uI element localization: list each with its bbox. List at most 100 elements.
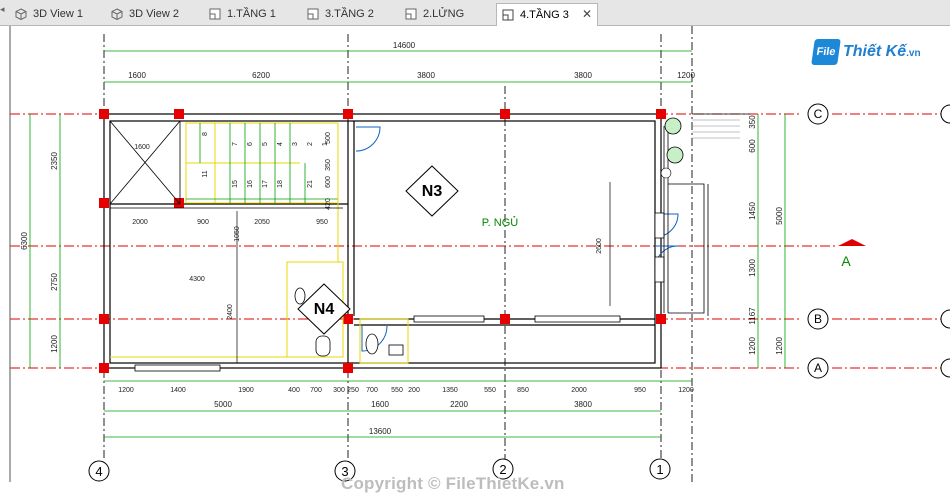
svg-text:4: 4 xyxy=(95,464,102,479)
inner-wall xyxy=(109,120,656,364)
dimension-text: 1200 xyxy=(775,337,784,355)
column xyxy=(99,198,109,208)
grid-bubble-4[interactable]: 4 xyxy=(88,460,110,482)
stair-step-number: 1 xyxy=(322,142,329,146)
toilet-icon xyxy=(365,333,379,355)
dimension-text: 3800 xyxy=(574,400,592,409)
column xyxy=(656,109,666,119)
dimension-text: 420 xyxy=(325,198,332,210)
svg-text:A: A xyxy=(841,253,851,269)
tab-3d-view-2[interactable]: 3D View 2 xyxy=(106,3,204,25)
dimension-text: 700 xyxy=(310,387,322,394)
dimension-text: 6300 xyxy=(20,232,29,250)
dimension-text: 300 xyxy=(333,387,345,394)
dimension-text: 350 xyxy=(748,115,757,129)
watermark-text: Copyright © FileThietKe.vn xyxy=(341,474,565,493)
dimension-text: 1300 xyxy=(748,259,757,277)
sink-icon xyxy=(294,287,306,305)
column xyxy=(343,109,353,119)
dimension-text: 950 xyxy=(316,219,328,226)
dimension-text: 2350 xyxy=(50,152,59,170)
grid-bubble-a[interactable]: A xyxy=(807,357,829,379)
dimension-text: 1167 xyxy=(748,307,757,325)
dimension-text: 200 xyxy=(408,387,420,394)
tab-tang-3[interactable]: 4.TẦNG 3 ✕ xyxy=(496,3,598,26)
stair-step-number: 11 xyxy=(202,170,209,177)
toilet-icon xyxy=(315,335,331,357)
dimension-text: 4300 xyxy=(189,276,205,283)
tab-scroll-left-icon[interactable]: ◂ xyxy=(0,4,5,24)
dimension-text: 900 xyxy=(197,219,209,226)
dimension-text: 550 xyxy=(484,387,496,394)
dimension-text: 250 xyxy=(347,387,359,394)
plant-icon xyxy=(660,167,672,179)
window xyxy=(413,315,485,323)
stair-step-number: 7 xyxy=(232,142,239,146)
floor-plan-icon xyxy=(501,8,515,22)
room-name: P. NGỦ xyxy=(482,216,519,229)
grid-bubble-1[interactable]: 1 xyxy=(649,458,671,480)
dimension-text: 1600 xyxy=(134,144,150,151)
tab-label: 2.LỬNG xyxy=(423,8,465,20)
drawing-canvas[interactable]: 14600 1600 6200 3800 3800 1200 1200 1400 1900 400… xyxy=(0,26,950,493)
view-tab-bar: ◂ 3D View 1 3D View 2 1.TẦNG 1 3.TẦNG 2 … xyxy=(0,0,950,26)
column xyxy=(656,314,666,324)
dimension-text: 2400 xyxy=(227,304,234,320)
logo-mark: File xyxy=(811,39,841,65)
room-tag-n3[interactable]: N3 xyxy=(405,165,459,217)
dimension-text: 5000 xyxy=(214,400,232,409)
stair-step-number: 2 xyxy=(307,142,314,146)
close-icon[interactable]: ✕ xyxy=(582,7,592,21)
stair-step-number: 16 xyxy=(247,180,254,188)
tab-lung[interactable]: 2.LỬNG xyxy=(400,3,496,25)
dimension-text: 1200 xyxy=(50,335,59,353)
section-marker[interactable]: A xyxy=(838,239,866,269)
dimension-text: 2200 xyxy=(450,400,468,409)
column xyxy=(99,109,109,119)
svg-text:1: 1 xyxy=(656,462,663,477)
tab-label: 3D View 1 xyxy=(33,8,83,20)
dimension-text: 600 xyxy=(325,176,332,188)
room-tag-label: N4 xyxy=(314,301,335,318)
dimension-text: 6200 xyxy=(252,71,270,80)
column xyxy=(343,363,353,373)
dimension-text: 600 xyxy=(748,139,757,153)
grid-bubble-c[interactable]: C xyxy=(807,103,829,125)
dimension-text: 3800 xyxy=(574,71,592,80)
dimension-text: 2000 xyxy=(132,219,148,226)
stair-step-number: 3 xyxy=(292,142,299,146)
room-tag-label: N3 xyxy=(422,183,443,200)
door-frame xyxy=(654,212,665,239)
grid-bubble-edge xyxy=(940,358,950,378)
floor-plan-drawing[interactable]: 146001600 6200 3800 3800 12001200 1400 1900 400… xyxy=(0,26,950,482)
tab-label: 3.TẦNG 2 xyxy=(325,8,374,20)
dimension-text: 1450 xyxy=(748,202,757,220)
dimension-text: 1200 xyxy=(678,387,694,394)
dimension-text: 13600 xyxy=(369,427,392,436)
dimension-text: 1900 xyxy=(238,387,254,394)
dimension-text: 1200 xyxy=(677,71,695,80)
stair-step-number: 4 xyxy=(277,142,284,146)
dimension-text: 1400 xyxy=(170,387,186,394)
dimension-text: 2750 xyxy=(50,273,59,291)
outer-wall xyxy=(103,113,662,369)
grid-bubble-b[interactable]: B xyxy=(807,308,829,330)
dimension-text: 1350 xyxy=(442,387,458,394)
tab-3d-view-1[interactable]: 3D View 1 xyxy=(10,3,106,25)
tab-tang-2[interactable]: 3.TẦNG 2 xyxy=(302,3,400,25)
dimension-text: 1200 xyxy=(748,337,757,355)
floor-plan-icon xyxy=(306,7,320,21)
column xyxy=(343,314,353,324)
column xyxy=(500,109,510,119)
window xyxy=(134,364,221,372)
column xyxy=(99,363,109,373)
tab-label: 4.TẦNG 3 xyxy=(520,9,569,21)
tab-tang-1[interactable]: 1.TẦNG 1 xyxy=(204,3,302,25)
dimension-text: 350 xyxy=(325,159,332,171)
stair-step-number: 18 xyxy=(277,180,284,188)
floor-plan-icon xyxy=(208,7,222,21)
dimension-text: 2000 xyxy=(571,387,587,394)
dimension-text: 950 xyxy=(634,387,646,394)
room-tag-n4[interactable]: N4 xyxy=(297,283,351,335)
column xyxy=(99,314,109,324)
